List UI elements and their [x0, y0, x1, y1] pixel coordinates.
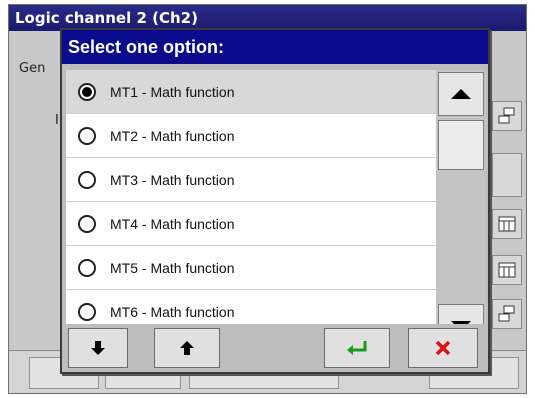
enter-icon [347, 341, 367, 355]
move-up-button[interactable] [154, 328, 220, 368]
cancel-button[interactable] [408, 328, 478, 368]
option-label: MT1 - Math function [110, 83, 235, 100]
move-down-button[interactable] [68, 328, 128, 368]
option-mt4[interactable]: MT4 - Math function [66, 202, 436, 246]
calendar-icon[interactable] [492, 209, 522, 239]
option-label: MT4 - Math function [110, 215, 235, 232]
calendar-icon-2[interactable] [492, 255, 522, 285]
scroll-thumb[interactable] [438, 120, 484, 170]
option-mt2[interactable]: MT2 - Math function [66, 114, 436, 158]
radio-icon[interactable] [78, 214, 96, 233]
radio-icon[interactable] [78, 302, 96, 321]
select-option-dialog: Select one option: MT1 - Math function M… [60, 28, 490, 374]
radio-selected-icon[interactable] [78, 82, 96, 101]
option-label: MT3 - Math function [110, 171, 235, 188]
options-list: MT1 - Math function MT2 - Math function … [66, 70, 436, 350]
network-icon[interactable] [492, 101, 522, 131]
radio-icon[interactable] [78, 258, 96, 277]
option-mt1[interactable]: MT1 - Math function [66, 70, 436, 114]
triangle-up-icon [451, 89, 471, 99]
option-label: MT6 - Math function [110, 303, 235, 320]
radio-icon[interactable] [78, 126, 96, 145]
list-scrollbar[interactable] [436, 70, 486, 350]
option-label: MT2 - Math function [110, 127, 235, 144]
option-label: MT5 - Math function [110, 259, 235, 276]
option-mt3[interactable]: MT3 - Math function [66, 158, 436, 202]
background-tab-general[interactable]: Gen [19, 61, 45, 76]
side-button[interactable] [492, 153, 522, 197]
scroll-up-button[interactable] [438, 72, 484, 116]
network-icon-2[interactable] [492, 299, 522, 329]
confirm-button[interactable] [324, 328, 390, 368]
background-field-label: I [55, 113, 59, 128]
option-mt5[interactable]: MT5 - Math function [66, 246, 436, 290]
close-icon [435, 340, 451, 356]
arrow-up-icon [180, 341, 194, 355]
dialog-title: Select one option: [62, 30, 488, 64]
arrow-down-icon [91, 341, 105, 355]
radio-icon[interactable] [78, 170, 96, 189]
